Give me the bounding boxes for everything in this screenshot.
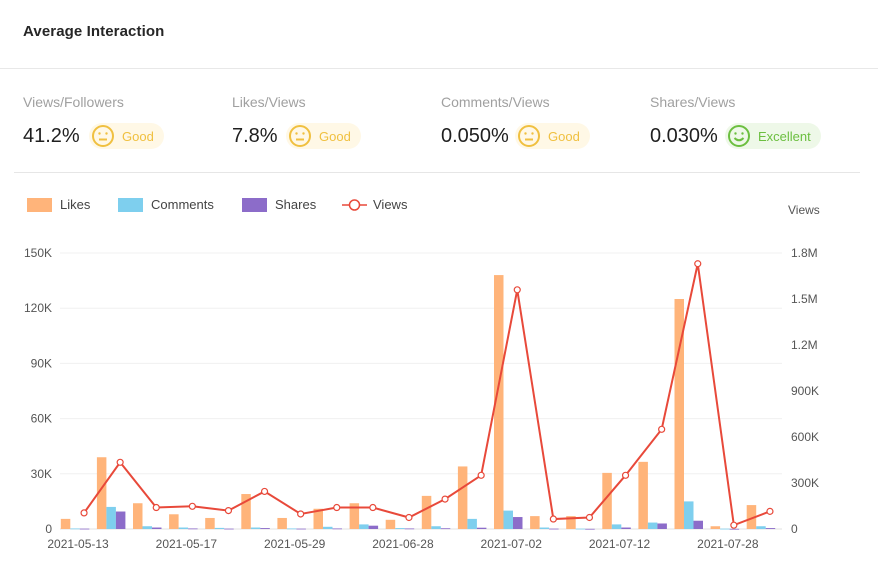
bar-shares	[152, 527, 162, 529]
bar-likes	[457, 466, 468, 529]
y2-axis-ticks: 0 300K 600K 900K 1.2M 1.5M 1.8M	[791, 246, 819, 536]
views-point	[297, 510, 305, 518]
bar-comments	[250, 527, 261, 529]
bar-comments	[756, 526, 766, 529]
bar-shares	[693, 520, 703, 529]
x-tick-label: 2021-05-29	[264, 537, 326, 551]
views-point	[116, 458, 124, 466]
bar-shares	[621, 527, 631, 529]
views-point	[549, 515, 557, 523]
bar-shares	[549, 528, 559, 530]
views-point	[730, 521, 738, 529]
bar-shares	[440, 528, 451, 530]
bar-shares	[476, 527, 487, 529]
views-point	[441, 495, 449, 503]
views-point	[585, 513, 594, 522]
y2-tick-label: 1.2M	[791, 338, 818, 352]
bar-likes	[421, 495, 432, 529]
bar-shares	[296, 528, 306, 530]
x-tick-label: 2021-05-17	[156, 537, 218, 551]
x-tick-label: 2021-07-02	[481, 537, 543, 551]
bar-comments	[142, 526, 152, 529]
views-point	[621, 471, 630, 479]
bar-comments	[503, 510, 513, 529]
bar-shares	[332, 528, 342, 530]
y2-tick-label: 900K	[791, 384, 819, 398]
bar-likes	[169, 514, 179, 529]
bar-shares	[79, 528, 90, 530]
bar-shares	[260, 528, 270, 529]
bar-shares	[404, 528, 415, 530]
bar-likes	[385, 519, 396, 529]
bar-comments	[395, 528, 405, 529]
bar-likes	[277, 517, 287, 529]
views-point	[80, 509, 88, 517]
bar-comments	[214, 527, 225, 529]
views-line	[80, 260, 774, 529]
views-point	[513, 286, 521, 294]
y-tick-label: 120K	[24, 301, 52, 315]
views-point	[477, 471, 485, 479]
y-tick-label: 30K	[31, 467, 52, 481]
bar-comments	[647, 522, 658, 529]
bar-comments	[359, 524, 369, 529]
bar-shares	[368, 525, 379, 529]
bar-shares	[224, 528, 234, 530]
y2-tick-label: 1.5M	[791, 292, 818, 306]
y-axis-ticks: 0 30K 60K 90K 120K 150K	[24, 246, 52, 536]
x-tick-label: 2021-07-28	[697, 537, 759, 551]
y-tick-label: 60K	[31, 412, 52, 426]
bar-comments	[178, 527, 189, 529]
bar-shares	[188, 528, 198, 530]
views-point	[333, 503, 341, 512]
y-tick-label: 90K	[31, 356, 52, 370]
y2-tick-label: 1.8M	[791, 246, 818, 260]
bar-comments	[431, 526, 441, 529]
x-axis-ticks: 2021-05-13 2021-05-17 2021-05-29 2021-06-28…	[47, 537, 759, 551]
bar-comments	[575, 528, 586, 530]
bar-likes	[60, 518, 71, 529]
views-point	[766, 507, 774, 515]
views-line-path	[83, 263, 771, 527]
bar-likes	[710, 526, 721, 529]
bar-shares	[513, 517, 523, 529]
bar-shares	[585, 528, 595, 530]
grid-lines	[60, 252, 782, 530]
bar-comments	[70, 528, 80, 530]
bar-likes	[133, 503, 143, 529]
x-tick-label: 2021-07-12	[589, 537, 651, 551]
bar-comments	[720, 528, 730, 530]
bar-likes	[205, 517, 215, 529]
bar-comments	[611, 524, 622, 529]
bar-comments	[539, 527, 550, 529]
views-point	[152, 503, 160, 512]
views-point	[260, 487, 269, 496]
bar-shares	[765, 528, 776, 529]
y2-tick-label: 600K	[791, 430, 819, 444]
y-tick-label: 150K	[24, 246, 52, 260]
chart-plot: Views 0 30K 60K 90K 120K 150K 0 300K 600K 900K 1.…	[24, 203, 820, 551]
views-point	[188, 502, 196, 510]
x-tick-label: 2021-06-28	[372, 537, 434, 551]
bar-shares	[657, 523, 667, 529]
bar-shares	[115, 511, 126, 529]
views-point	[405, 513, 413, 522]
y2-tick-label: 0	[791, 522, 798, 536]
views-point	[224, 507, 233, 515]
bar-comments	[684, 501, 694, 529]
views-point	[369, 503, 377, 512]
y-tick-label: 0	[45, 522, 52, 536]
bar-comments	[467, 518, 477, 529]
bar-shares	[729, 528, 740, 530]
bar-likes	[530, 516, 540, 529]
y2-tick-label: 300K	[791, 476, 819, 490]
bar-comments	[106, 506, 116, 529]
bar-comments	[286, 528, 297, 530]
y2-axis-title: Views	[788, 203, 820, 217]
views-point	[694, 260, 702, 268]
views-point	[658, 425, 666, 433]
bar-likes	[638, 461, 648, 529]
bar-comments	[323, 526, 333, 529]
x-tick-label: 2021-05-13	[47, 537, 109, 551]
